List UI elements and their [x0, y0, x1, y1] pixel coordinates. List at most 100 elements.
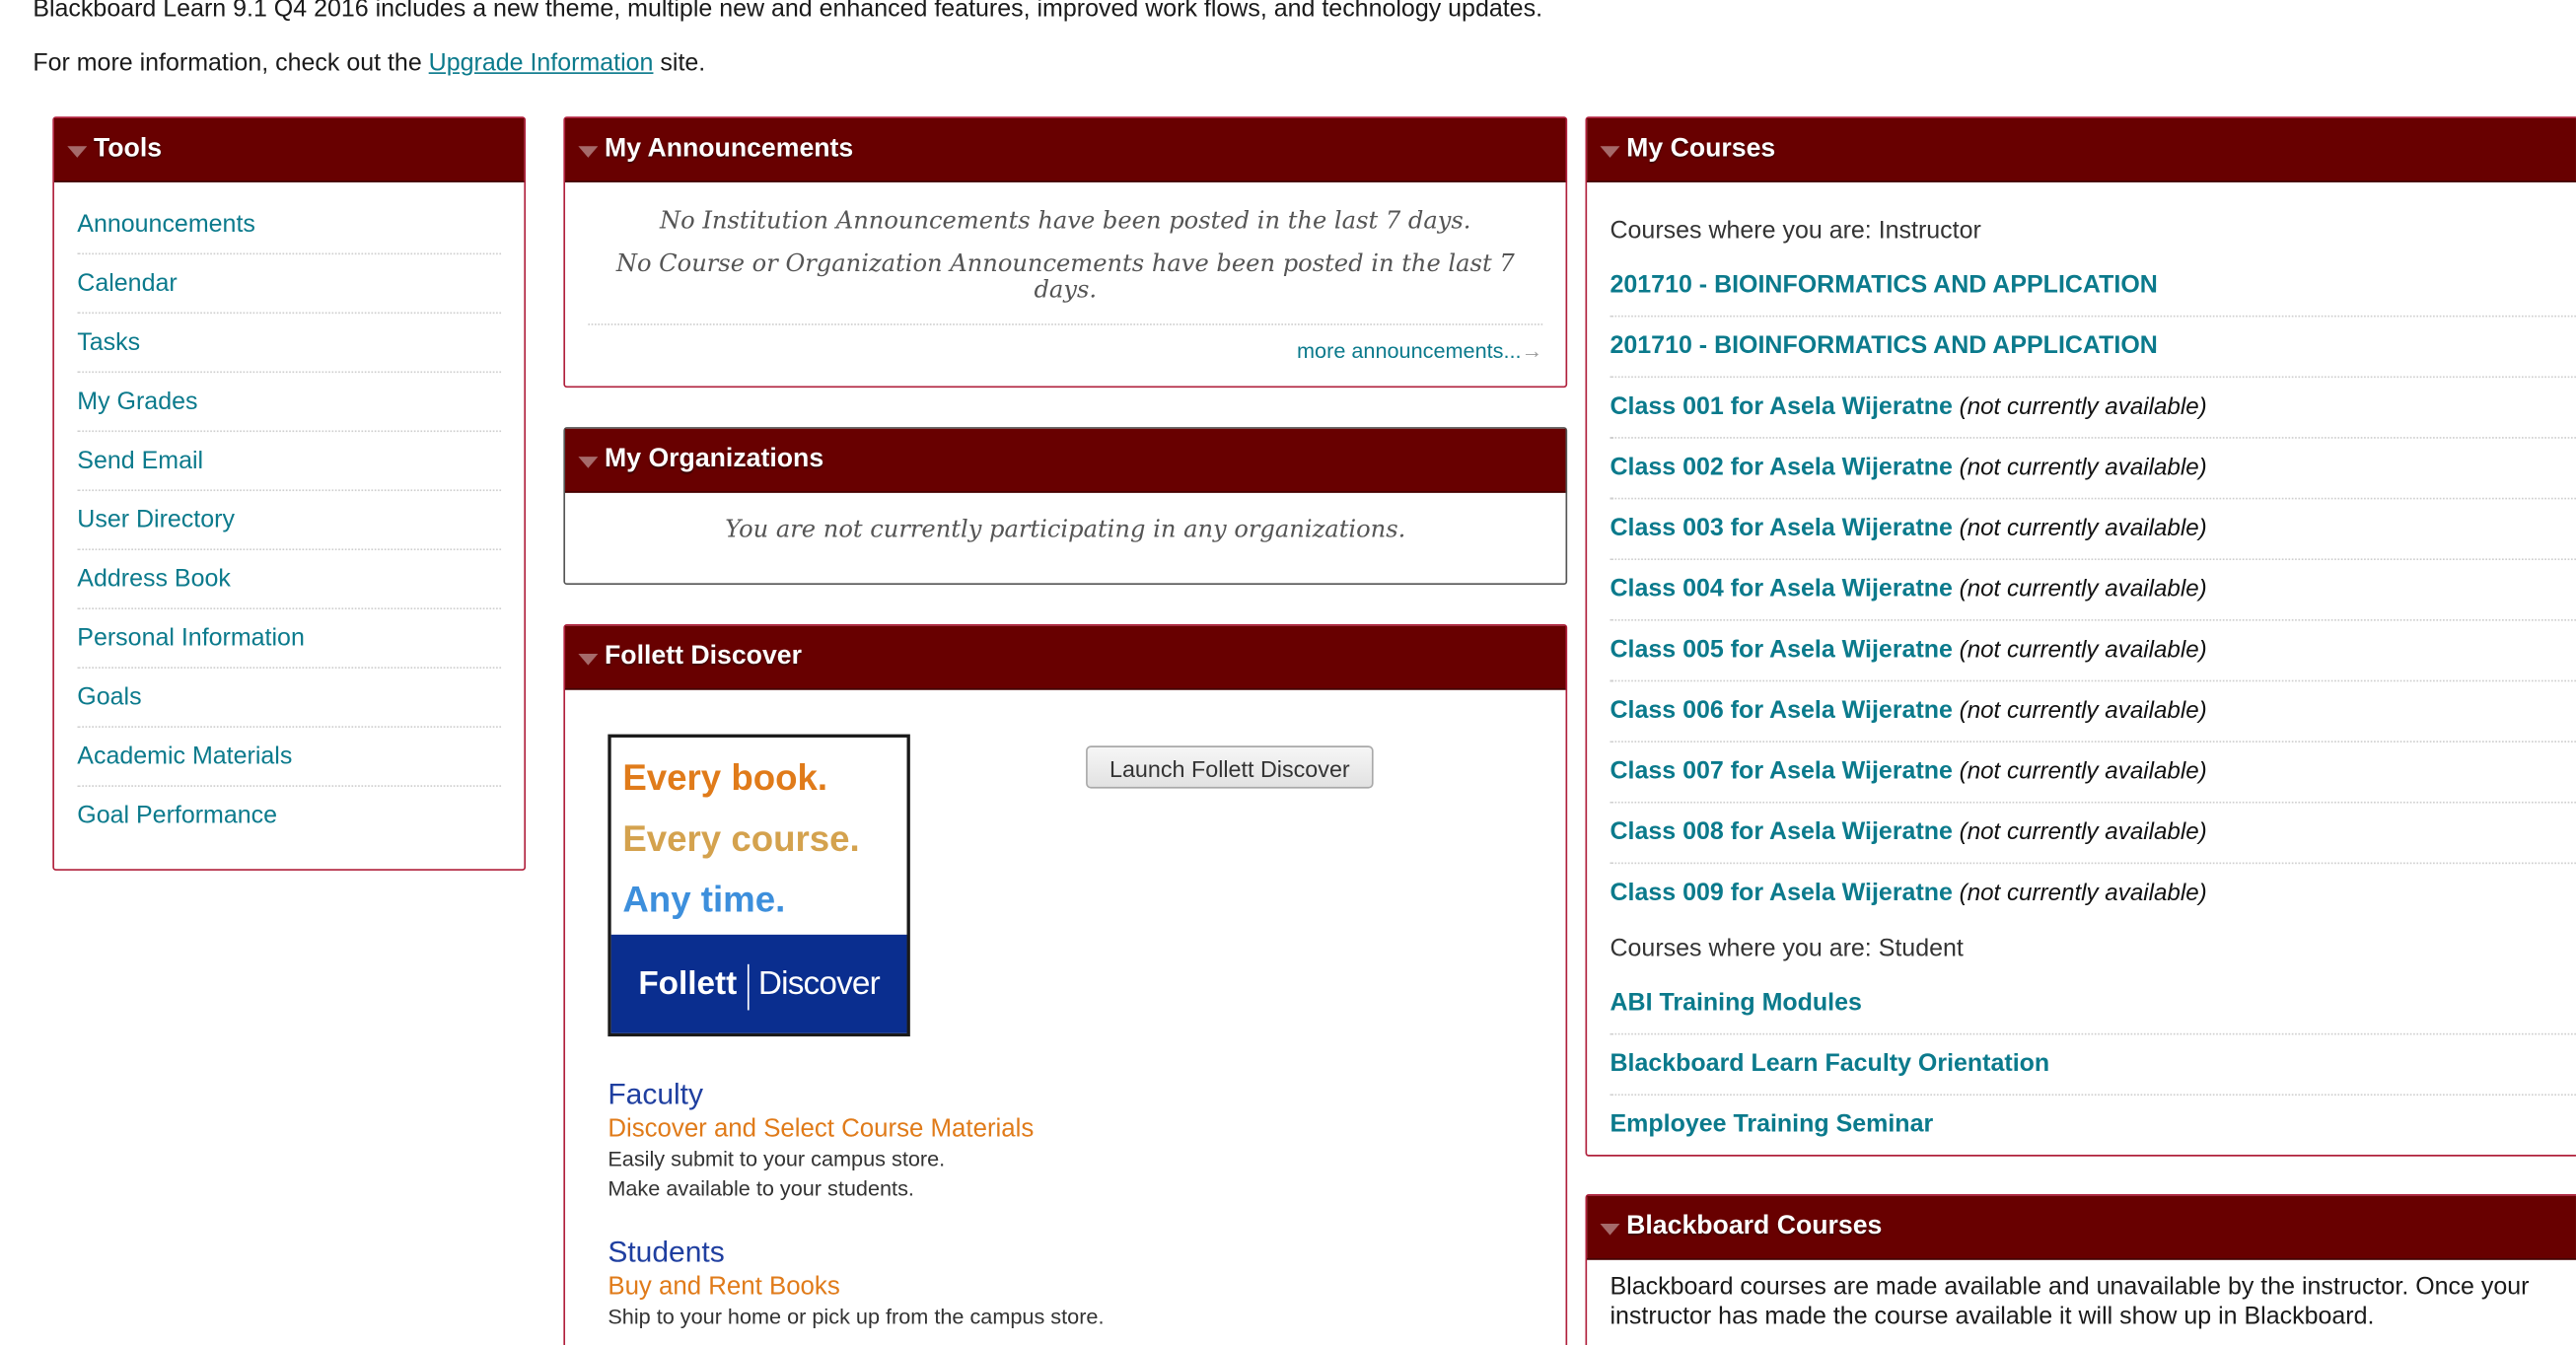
announcements-body: No Institution Announcements have been p… [565, 182, 1565, 363]
course-row: Class 002 for Asela Wijeratne (not curre… [1610, 439, 2576, 500]
tool-link-send-email[interactable]: Send Email [77, 447, 203, 474]
course-row: Class 003 for Asela Wijeratne (not curre… [1610, 499, 2576, 561]
blackboard-courses-header[interactable]: Blackboard Courses [1587, 1195, 2576, 1260]
tools-title: Tools [93, 134, 163, 163]
tool-link-personal-information[interactable]: Personal Information [77, 624, 305, 652]
faculty-subheading[interactable]: Discover and Select Course Materials [608, 1115, 1034, 1145]
course-row: Employee Training Seminar [1610, 1096, 2575, 1155]
organizations-header[interactable]: My Organizations [565, 428, 1566, 493]
tool-link-my-grades[interactable]: My Grades [77, 388, 197, 415]
logo-line-every-course: Every course. [622, 817, 860, 860]
course-link[interactable]: Class 003 for Asela Wijeratne [1610, 514, 1952, 541]
courses-list: Courses where you are: Instructor 201710… [1587, 182, 2576, 1155]
tool-item: Announcements [77, 195, 502, 255]
arrow-right-icon: → [1521, 338, 1543, 364]
course-row: Blackboard Learn Faculty Orientation [1610, 1034, 2576, 1097]
course-row: 201710 - BIOINFORMATICS AND APPLICATION [1610, 256, 2576, 318]
tools-module: Tools Announcements Calendar Tasks My Gr… [52, 116, 527, 871]
tool-item: User Directory [77, 491, 502, 551]
course-link[interactable]: Class 004 for Asela Wijeratne [1610, 575, 1952, 602]
tool-link-user-directory[interactable]: User Directory [77, 506, 235, 533]
course-link[interactable]: Class 001 for Asela Wijeratne [1610, 392, 1952, 420]
course-link[interactable]: Class 005 for Asela Wijeratne [1610, 636, 1952, 664]
course-availability: (not currently available) [1952, 455, 2207, 482]
tool-link-announcements[interactable]: Announcements [77, 210, 255, 238]
course-link[interactable]: ABI Training Modules [1610, 989, 1861, 1017]
course-availability: (not currently available) [1952, 819, 2207, 846]
tool-item: Tasks [77, 314, 502, 374]
course-link[interactable]: Employee Training Seminar [1610, 1110, 1933, 1138]
course-link[interactable]: 201710 - BIOINFORMATICS AND APPLICATION [1610, 331, 2157, 359]
launch-follett-discover-button[interactable]: Launch Follett Discover [1086, 745, 1374, 789]
course-row: ABI Training Modules [1610, 974, 2576, 1035]
course-row: 201710 - BIOINFORMATICS AND APPLICATION [1610, 317, 2576, 379]
organizations-message: You are not currently participating in a… [725, 517, 1406, 544]
faculty-heading[interactable]: Faculty [608, 1078, 1034, 1112]
course-row: Class 009 for Asela Wijeratne (not curre… [1610, 864, 2575, 923]
intro-text: Blackboard Learn 9.1 Q4 2016 includes a … [33, 0, 1543, 24]
tool-link-goals[interactable]: Goals [77, 683, 141, 711]
course-availability: (not currently available) [1952, 697, 2207, 725]
follett-title: Follett Discover [605, 642, 802, 671]
faculty-text-1: Easily submit to your campus store. [608, 1146, 946, 1171]
course-link[interactable]: 201710 - BIOINFORMATICS AND APPLICATION [1610, 271, 2157, 299]
my-courses-title: My Courses [1626, 134, 1776, 163]
follett-header[interactable]: Follett Discover [565, 625, 1566, 690]
organizations-title: My Organizations [605, 445, 824, 473]
course-availability: (not currently available) [1952, 516, 2207, 542]
intro-info-line: For more information, check out the Upgr… [33, 49, 705, 77]
student-role-label: Courses where you are: Student [1610, 934, 1964, 963]
tool-item: Goal Performance [77, 787, 501, 844]
tool-item: Personal Information [77, 609, 502, 669]
course-link[interactable]: Class 009 for Asela Wijeratne [1610, 879, 1952, 906]
collapse-caret-icon[interactable] [578, 146, 599, 158]
course-availability: (not currently available) [1952, 880, 2207, 907]
logo-brand-band: Follett Discover [610, 934, 907, 1033]
more-announcements-link[interactable]: more announcements... [1297, 338, 1522, 363]
tool-item: My Grades [77, 373, 502, 433]
announcements-header[interactable]: My Announcements [565, 117, 1566, 182]
course-link[interactable]: Class 008 for Asela Wijeratne [1610, 818, 1952, 846]
tool-link-goal-performance[interactable]: Goal Performance [77, 802, 277, 829]
course-row: Class 008 for Asela Wijeratne (not curre… [1610, 804, 2576, 865]
course-announcements-message: No Course or Organization Announcements … [615, 250, 1515, 305]
students-subheading[interactable]: Buy and Rent Books [608, 1273, 1104, 1303]
organizations-module: My Organizations You are not currently p… [563, 427, 1568, 586]
announcements-title: My Announcements [605, 134, 854, 163]
tools-list: Announcements Calendar Tasks My Grades S… [54, 182, 524, 844]
tool-link-calendar[interactable]: Calendar [77, 269, 177, 297]
blackboard-courses-module: Blackboard Courses Blackboard courses ar… [1585, 1194, 2576, 1345]
collapse-caret-icon[interactable] [1600, 146, 1620, 158]
tool-item: Goals [77, 669, 502, 728]
tool-link-address-book[interactable]: Address Book [77, 565, 231, 593]
course-availability: (not currently available) [1952, 758, 2207, 786]
tools-header[interactable]: Tools [53, 117, 525, 182]
course-row: Class 004 for Asela Wijeratne (not curre… [1610, 560, 2576, 621]
collapse-caret-icon[interactable] [1600, 1224, 1620, 1236]
upgrade-information-link[interactable]: Upgrade Information [429, 49, 654, 77]
tool-link-tasks[interactable]: Tasks [77, 328, 140, 356]
course-availability: (not currently available) [1952, 393, 2207, 421]
blackboard-courses-title: Blackboard Courses [1626, 1212, 1883, 1240]
instructor-role-label: Courses where you are: Instructor [1610, 216, 1981, 246]
course-link[interactable]: Class 002 for Asela Wijeratne [1610, 454, 1952, 481]
course-availability: (not currently available) [1952, 637, 2207, 664]
course-link[interactable]: Class 007 for Asela Wijeratne [1610, 757, 1952, 785]
course-row: Class 005 for Asela Wijeratne (not curre… [1610, 621, 2576, 682]
course-row: Class 001 for Asela Wijeratne (not curre… [1610, 378, 2576, 439]
logo-brand: Follett [638, 965, 738, 1003]
course-link[interactable]: Class 006 for Asela Wijeratne [1610, 696, 1952, 724]
logo-separator [747, 963, 749, 1011]
follett-discover-logo[interactable]: Every book. Every course. Any time. Foll… [608, 734, 910, 1037]
collapse-caret-icon[interactable] [578, 457, 599, 468]
collapse-caret-icon[interactable] [67, 146, 88, 158]
tool-item: Send Email [77, 432, 502, 492]
course-link[interactable]: Blackboard Learn Faculty Orientation [1610, 1049, 2049, 1077]
students-heading[interactable]: Students [608, 1236, 1104, 1270]
tool-item: Calendar [77, 254, 502, 315]
course-availability: (not currently available) [1952, 576, 2207, 603]
students-section: Students Buy and Rent Books Ship to your… [608, 1236, 1104, 1332]
collapse-caret-icon[interactable] [578, 653, 599, 666]
tool-link-academic-materials[interactable]: Academic Materials [77, 743, 292, 770]
my-courses-header[interactable]: My Courses [1587, 117, 2576, 182]
